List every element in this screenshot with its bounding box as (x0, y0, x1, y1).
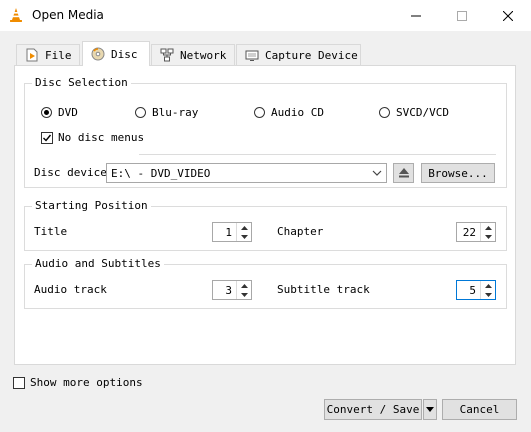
eject-icon (398, 168, 409, 178)
convert-save-button[interactable]: Convert / Save (324, 399, 422, 420)
radio-dvd[interactable]: DVD (41, 106, 78, 119)
spin-down-icon[interactable] (237, 232, 251, 241)
disc-device-label: Disc device (34, 166, 107, 179)
no-disc-menus-checkbox[interactable]: No disc menus (41, 131, 144, 144)
tab-label: Network (180, 48, 227, 62)
close-icon (503, 10, 513, 21)
browse-label: Browse... (428, 166, 488, 180)
capture-device-icon (245, 48, 259, 62)
chapter-label: Chapter (277, 225, 324, 238)
tab-file[interactable]: File (16, 44, 80, 65)
radio-bluray[interactable]: Blu-ray (135, 106, 198, 119)
convert-save-dropdown-button[interactable] (423, 399, 437, 420)
radio-audio-cd[interactable]: Audio CD (254, 106, 324, 119)
spin-down-icon[interactable] (481, 290, 495, 299)
title-spinbox[interactable]: 1 (212, 222, 252, 242)
no-disc-menus-label: No disc menus (58, 131, 145, 144)
spin-up-icon[interactable] (237, 223, 251, 232)
cancel-label: Cancel (459, 403, 500, 416)
show-more-options-label: Show more options (30, 376, 143, 389)
browse-button[interactable]: Browse... (421, 163, 495, 183)
tab-label: File (45, 48, 72, 62)
radio-audio-cd-indicator (254, 107, 265, 118)
checkmark-icon (43, 134, 52, 142)
chevron-down-icon (372, 170, 382, 176)
spin-up-icon[interactable] (481, 223, 495, 232)
cancel-button[interactable]: Cancel (442, 399, 517, 420)
file-icon (25, 48, 39, 62)
spin-up-icon[interactable] (481, 281, 495, 290)
disc-device-value: E:\ - DVD_VIDEO (111, 166, 211, 180)
chevron-down-icon (426, 407, 434, 412)
minimize-icon (411, 15, 421, 16)
spin-down-icon[interactable] (481, 232, 495, 241)
eject-button[interactable] (393, 163, 414, 183)
radio-bluray-label: Blu-ray (152, 106, 199, 119)
audio-track-label: Audio track (34, 283, 107, 296)
audio-track-spinbox[interactable]: 3 (212, 280, 252, 300)
radio-svcd-vcd-label: SVCD/VCD (396, 106, 449, 119)
disc-selection-legend: Disc Selection (32, 76, 131, 89)
disc-panel: Disc Selection DVD Blu-ray Audio CD SVCD… (14, 65, 516, 365)
subtitle-track-label: Subtitle track (277, 283, 370, 296)
radio-svcd-vcd-indicator (379, 107, 390, 118)
separator (139, 154, 496, 155)
maximize-button[interactable] (439, 0, 485, 31)
tab-label: Disc (111, 47, 138, 61)
disc-device-combobox[interactable]: E:\ - DVD_VIDEO (106, 163, 387, 183)
checkbox-box (13, 376, 25, 389)
radio-audio-cd-label: Audio CD (271, 106, 324, 119)
starting-position-group: Starting Position Title 1 Chapter 22 (24, 199, 507, 251)
radio-svcd-vcd[interactable]: SVCD/VCD (379, 106, 449, 119)
spin-arrows[interactable] (236, 281, 251, 299)
radio-dvd-label: DVD (58, 106, 78, 119)
disc-selection-group: Disc Selection DVD Blu-ray Audio CD SVCD… (24, 76, 507, 188)
starting-position-legend: Starting Position (32, 199, 151, 212)
tab-label: Capture Device (265, 48, 358, 62)
tab-capture-device[interactable]: Capture Device (236, 44, 361, 65)
title-label: Title (34, 225, 68, 238)
tab-disc[interactable]: Disc (82, 41, 150, 66)
vlc-cone-icon (8, 7, 24, 23)
radio-bluray-indicator (135, 107, 146, 118)
show-more-options-checkbox[interactable]: Show more options (13, 376, 143, 389)
window-title: Open Media (32, 8, 104, 22)
close-button[interactable] (485, 0, 531, 31)
tab-network[interactable]: Network (151, 44, 235, 65)
radio-dvd-indicator (41, 107, 52, 118)
network-icon (160, 48, 174, 62)
audio-subtitles-group: Audio and Subtitles Audio track 3 Subtit… (24, 257, 507, 309)
spin-arrows[interactable] (480, 281, 495, 299)
spin-arrows[interactable] (480, 223, 495, 241)
spin-up-icon[interactable] (237, 281, 251, 290)
spin-arrows[interactable] (236, 223, 251, 241)
subtitle-track-spinbox[interactable]: 5 (456, 280, 496, 300)
chapter-spinbox[interactable]: 22 (456, 222, 496, 242)
checkbox-box (41, 131, 53, 144)
convert-save-label: Convert / Save (326, 403, 420, 416)
minimize-button[interactable] (393, 0, 439, 31)
disc-icon (91, 47, 105, 61)
spin-down-icon[interactable] (237, 290, 251, 299)
audio-subtitles-legend: Audio and Subtitles (32, 257, 164, 270)
maximize-icon (457, 10, 467, 21)
